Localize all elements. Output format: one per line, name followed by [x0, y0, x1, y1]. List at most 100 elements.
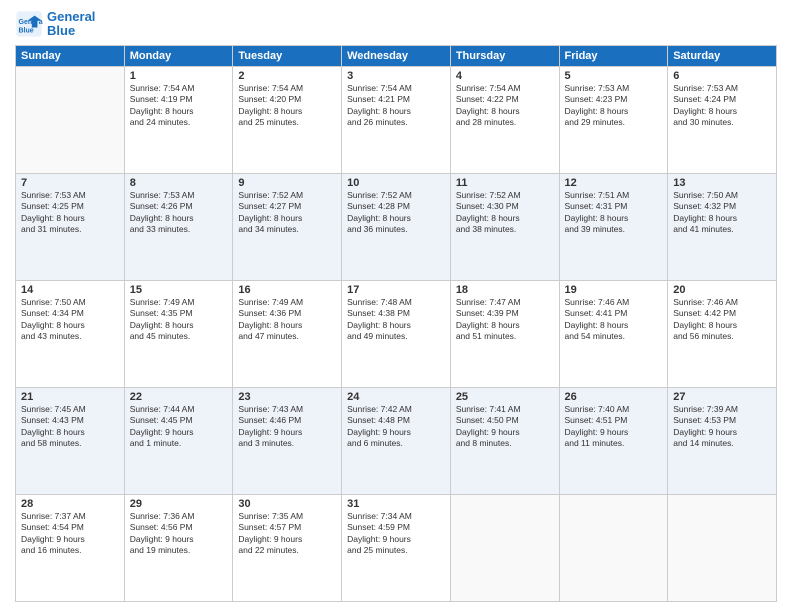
day-number: 30	[238, 498, 336, 510]
day-number: 27	[673, 391, 771, 403]
day-number: 17	[347, 284, 445, 296]
day-number: 21	[21, 391, 119, 403]
day-info: Sunrise: 7:45 AM Sunset: 4:43 PM Dayligh…	[21, 404, 119, 450]
day-info: Sunrise: 7:50 AM Sunset: 4:32 PM Dayligh…	[673, 190, 771, 236]
calendar-cell: 28Sunrise: 7:37 AM Sunset: 4:54 PM Dayli…	[16, 494, 125, 601]
day-number: 25	[456, 391, 554, 403]
day-number: 16	[238, 284, 336, 296]
day-number: 24	[347, 391, 445, 403]
calendar-table: SundayMondayTuesdayWednesdayThursdayFrid…	[15, 45, 777, 602]
day-number: 29	[130, 498, 228, 510]
day-info: Sunrise: 7:46 AM Sunset: 4:41 PM Dayligh…	[565, 297, 663, 343]
calendar-cell: 18Sunrise: 7:47 AM Sunset: 4:39 PM Dayli…	[450, 280, 559, 387]
weekday-header-wednesday: Wednesday	[342, 45, 451, 66]
calendar-cell: 14Sunrise: 7:50 AM Sunset: 4:34 PM Dayli…	[16, 280, 125, 387]
day-info: Sunrise: 7:52 AM Sunset: 4:30 PM Dayligh…	[456, 190, 554, 236]
day-number: 23	[238, 391, 336, 403]
day-number: 6	[673, 70, 771, 82]
weekday-header-saturday: Saturday	[668, 45, 777, 66]
calendar-cell: 2Sunrise: 7:54 AM Sunset: 4:20 PM Daylig…	[233, 66, 342, 173]
logo-icon: General Blue	[15, 10, 43, 38]
calendar-cell	[668, 494, 777, 601]
day-info: Sunrise: 7:43 AM Sunset: 4:46 PM Dayligh…	[238, 404, 336, 450]
day-number: 7	[21, 177, 119, 189]
day-info: Sunrise: 7:53 AM Sunset: 4:26 PM Dayligh…	[130, 190, 228, 236]
day-number: 31	[347, 498, 445, 510]
day-number: 11	[456, 177, 554, 189]
logo-text: General Blue	[47, 10, 95, 39]
calendar-cell: 12Sunrise: 7:51 AM Sunset: 4:31 PM Dayli…	[559, 173, 668, 280]
weekday-header-tuesday: Tuesday	[233, 45, 342, 66]
calendar-cell: 7Sunrise: 7:53 AM Sunset: 4:25 PM Daylig…	[16, 173, 125, 280]
weekday-header-thursday: Thursday	[450, 45, 559, 66]
day-info: Sunrise: 7:53 AM Sunset: 4:23 PM Dayligh…	[565, 83, 663, 129]
calendar-cell: 8Sunrise: 7:53 AM Sunset: 4:26 PM Daylig…	[124, 173, 233, 280]
calendar-cell: 11Sunrise: 7:52 AM Sunset: 4:30 PM Dayli…	[450, 173, 559, 280]
calendar-cell: 16Sunrise: 7:49 AM Sunset: 4:36 PM Dayli…	[233, 280, 342, 387]
calendar-cell: 13Sunrise: 7:50 AM Sunset: 4:32 PM Dayli…	[668, 173, 777, 280]
day-number: 4	[456, 70, 554, 82]
day-info: Sunrise: 7:34 AM Sunset: 4:59 PM Dayligh…	[347, 511, 445, 557]
calendar-cell: 10Sunrise: 7:52 AM Sunset: 4:28 PM Dayli…	[342, 173, 451, 280]
calendar-cell: 26Sunrise: 7:40 AM Sunset: 4:51 PM Dayli…	[559, 387, 668, 494]
day-number: 18	[456, 284, 554, 296]
calendar-cell: 20Sunrise: 7:46 AM Sunset: 4:42 PM Dayli…	[668, 280, 777, 387]
day-number: 22	[130, 391, 228, 403]
day-info: Sunrise: 7:51 AM Sunset: 4:31 PM Dayligh…	[565, 190, 663, 236]
day-number: 15	[130, 284, 228, 296]
calendar-cell: 31Sunrise: 7:34 AM Sunset: 4:59 PM Dayli…	[342, 494, 451, 601]
day-info: Sunrise: 7:39 AM Sunset: 4:53 PM Dayligh…	[673, 404, 771, 450]
day-info: Sunrise: 7:53 AM Sunset: 4:25 PM Dayligh…	[21, 190, 119, 236]
svg-text:Blue: Blue	[19, 28, 34, 35]
day-number: 14	[21, 284, 119, 296]
day-number: 28	[21, 498, 119, 510]
day-number: 20	[673, 284, 771, 296]
calendar-cell: 30Sunrise: 7:35 AM Sunset: 4:57 PM Dayli…	[233, 494, 342, 601]
calendar-cell: 5Sunrise: 7:53 AM Sunset: 4:23 PM Daylig…	[559, 66, 668, 173]
day-number: 26	[565, 391, 663, 403]
day-info: Sunrise: 7:52 AM Sunset: 4:28 PM Dayligh…	[347, 190, 445, 236]
day-info: Sunrise: 7:48 AM Sunset: 4:38 PM Dayligh…	[347, 297, 445, 343]
day-number: 1	[130, 70, 228, 82]
day-info: Sunrise: 7:50 AM Sunset: 4:34 PM Dayligh…	[21, 297, 119, 343]
day-info: Sunrise: 7:53 AM Sunset: 4:24 PM Dayligh…	[673, 83, 771, 129]
calendar-cell: 17Sunrise: 7:48 AM Sunset: 4:38 PM Dayli…	[342, 280, 451, 387]
calendar-cell: 1Sunrise: 7:54 AM Sunset: 4:19 PM Daylig…	[124, 66, 233, 173]
day-info: Sunrise: 7:54 AM Sunset: 4:22 PM Dayligh…	[456, 83, 554, 129]
day-info: Sunrise: 7:40 AM Sunset: 4:51 PM Dayligh…	[565, 404, 663, 450]
day-number: 12	[565, 177, 663, 189]
day-info: Sunrise: 7:47 AM Sunset: 4:39 PM Dayligh…	[456, 297, 554, 343]
day-number: 2	[238, 70, 336, 82]
weekday-header-monday: Monday	[124, 45, 233, 66]
day-info: Sunrise: 7:42 AM Sunset: 4:48 PM Dayligh…	[347, 404, 445, 450]
day-info: Sunrise: 7:46 AM Sunset: 4:42 PM Dayligh…	[673, 297, 771, 343]
day-info: Sunrise: 7:49 AM Sunset: 4:36 PM Dayligh…	[238, 297, 336, 343]
calendar-cell: 3Sunrise: 7:54 AM Sunset: 4:21 PM Daylig…	[342, 66, 451, 173]
day-number: 8	[130, 177, 228, 189]
day-number: 19	[565, 284, 663, 296]
day-info: Sunrise: 7:52 AM Sunset: 4:27 PM Dayligh…	[238, 190, 336, 236]
calendar-cell: 22Sunrise: 7:44 AM Sunset: 4:45 PM Dayli…	[124, 387, 233, 494]
day-info: Sunrise: 7:41 AM Sunset: 4:50 PM Dayligh…	[456, 404, 554, 450]
logo: General Blue General Blue	[15, 10, 95, 39]
day-info: Sunrise: 7:36 AM Sunset: 4:56 PM Dayligh…	[130, 511, 228, 557]
calendar-cell	[16, 66, 125, 173]
calendar-cell: 27Sunrise: 7:39 AM Sunset: 4:53 PM Dayli…	[668, 387, 777, 494]
calendar-cell: 15Sunrise: 7:49 AM Sunset: 4:35 PM Dayli…	[124, 280, 233, 387]
calendar-cell: 24Sunrise: 7:42 AM Sunset: 4:48 PM Dayli…	[342, 387, 451, 494]
day-info: Sunrise: 7:37 AM Sunset: 4:54 PM Dayligh…	[21, 511, 119, 557]
calendar-cell: 6Sunrise: 7:53 AM Sunset: 4:24 PM Daylig…	[668, 66, 777, 173]
day-info: Sunrise: 7:35 AM Sunset: 4:57 PM Dayligh…	[238, 511, 336, 557]
calendar-cell: 25Sunrise: 7:41 AM Sunset: 4:50 PM Dayli…	[450, 387, 559, 494]
weekday-header-friday: Friday	[559, 45, 668, 66]
day-number: 9	[238, 177, 336, 189]
calendar-cell: 23Sunrise: 7:43 AM Sunset: 4:46 PM Dayli…	[233, 387, 342, 494]
weekday-header-sunday: Sunday	[16, 45, 125, 66]
calendar-cell: 4Sunrise: 7:54 AM Sunset: 4:22 PM Daylig…	[450, 66, 559, 173]
day-info: Sunrise: 7:54 AM Sunset: 4:21 PM Dayligh…	[347, 83, 445, 129]
calendar-cell: 9Sunrise: 7:52 AM Sunset: 4:27 PM Daylig…	[233, 173, 342, 280]
calendar-cell	[450, 494, 559, 601]
header: General Blue General Blue	[15, 10, 777, 39]
day-info: Sunrise: 7:44 AM Sunset: 4:45 PM Dayligh…	[130, 404, 228, 450]
day-number: 10	[347, 177, 445, 189]
